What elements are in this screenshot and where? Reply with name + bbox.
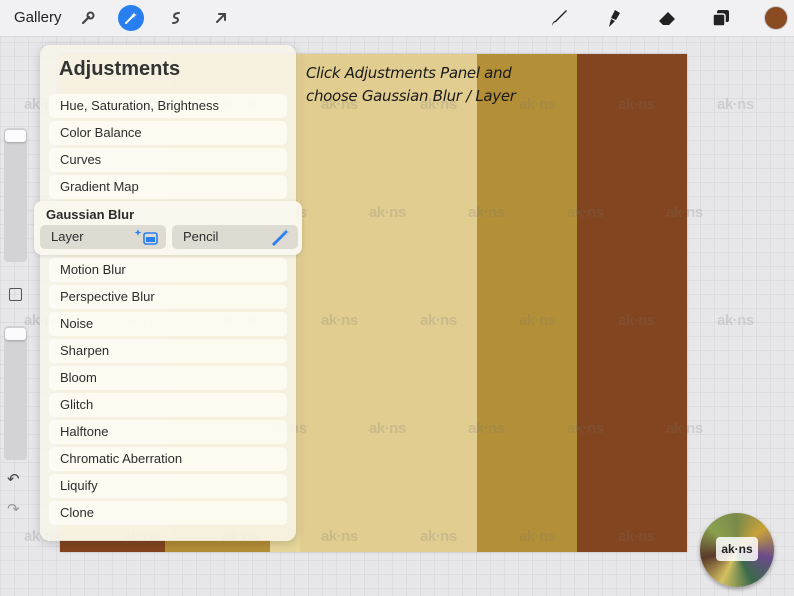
opacity-slider[interactable] [4, 326, 27, 460]
menu-item-glitch[interactable]: Glitch [49, 393, 287, 417]
layers-icon[interactable] [708, 5, 734, 31]
brush-size-slider[interactable] [4, 128, 27, 262]
layer-sparkle-icon [133, 228, 159, 254]
selection-icon[interactable] [163, 5, 189, 31]
gallery-button[interactable]: Gallery [14, 9, 62, 26]
menu-item-gradient-map[interactable]: Gradient Map [49, 175, 287, 199]
gaussian-blur-title: Gaussian Blur [46, 207, 135, 222]
watermark-logo: ak·ns [717, 96, 754, 113]
transform-arrow-icon[interactable] [208, 5, 234, 31]
reference-logo: ak·ns [716, 537, 758, 561]
top-toolbar: Gallery [0, 0, 794, 37]
canvas-stripe [300, 54, 477, 552]
canvas-bottom-stripe [60, 540, 165, 552]
undo-icon[interactable]: ↶ [7, 470, 20, 488]
smudge-icon[interactable] [600, 5, 626, 31]
layer-option-label: Layer [51, 229, 84, 244]
menu-item-liquify[interactable]: Liquify [49, 474, 287, 498]
menu-item-motion-blur[interactable]: Motion Blur [49, 258, 287, 282]
menu-item-sharpen[interactable]: Sharpen [49, 339, 287, 363]
reference-thumbnail: ak·ns [700, 513, 774, 587]
menu-item-chromatic-aberration[interactable]: Chromatic Aberration [49, 447, 287, 471]
instruction-line-1: Click Adjustments Panel and [306, 64, 512, 82]
instruction-annotation: Click Adjustments Panel and choose Gauss… [306, 62, 546, 108]
canvas-stripe [577, 54, 687, 552]
magic-wand-icon[interactable] [118, 5, 144, 31]
wrench-icon[interactable] [75, 5, 101, 31]
canvas-stripe [477, 54, 577, 552]
redo-icon[interactable]: ↷ [7, 500, 20, 518]
pencil-sparkle-icon [269, 228, 291, 254]
pencil-option-label: Pencil [183, 229, 219, 244]
eraser-icon[interactable] [654, 5, 680, 31]
instruction-line-2: choose Gaussian Blur / Layer [306, 87, 516, 105]
brush-icon[interactable] [546, 5, 572, 31]
adjustments-title: Adjustments [59, 58, 181, 80]
menu-item-noise[interactable]: Noise [49, 312, 287, 336]
left-sidebar: ↶ ↷ [0, 128, 30, 524]
menu-item-bloom[interactable]: Bloom [49, 366, 287, 390]
watermark-logo: ak·ns [717, 312, 754, 329]
gaussian-blur-layer-button[interactable]: Layer [40, 225, 166, 249]
gaussian-blur-pencil-button[interactable]: Pencil [172, 225, 298, 249]
opacity-thumb[interactable] [5, 328, 26, 340]
canvas-bottom-stripe [165, 540, 270, 552]
modify-button[interactable] [9, 288, 22, 301]
menu-item-halftone[interactable]: Halftone [49, 420, 287, 444]
menu-item-curves[interactable]: Curves [49, 148, 287, 172]
color-swatch-button[interactable] [764, 6, 788, 30]
brush-size-thumb[interactable] [5, 130, 26, 142]
menu-item-hue-saturation-brightness[interactable]: Hue, Saturation, Brightness [49, 94, 287, 118]
menu-item-color-balance[interactable]: Color Balance [49, 121, 287, 145]
menu-item-clone[interactable]: Clone [49, 501, 287, 525]
menu-item-perspective-blur[interactable]: Perspective Blur [49, 285, 287, 309]
canvas-bottom-stripes [60, 540, 270, 552]
